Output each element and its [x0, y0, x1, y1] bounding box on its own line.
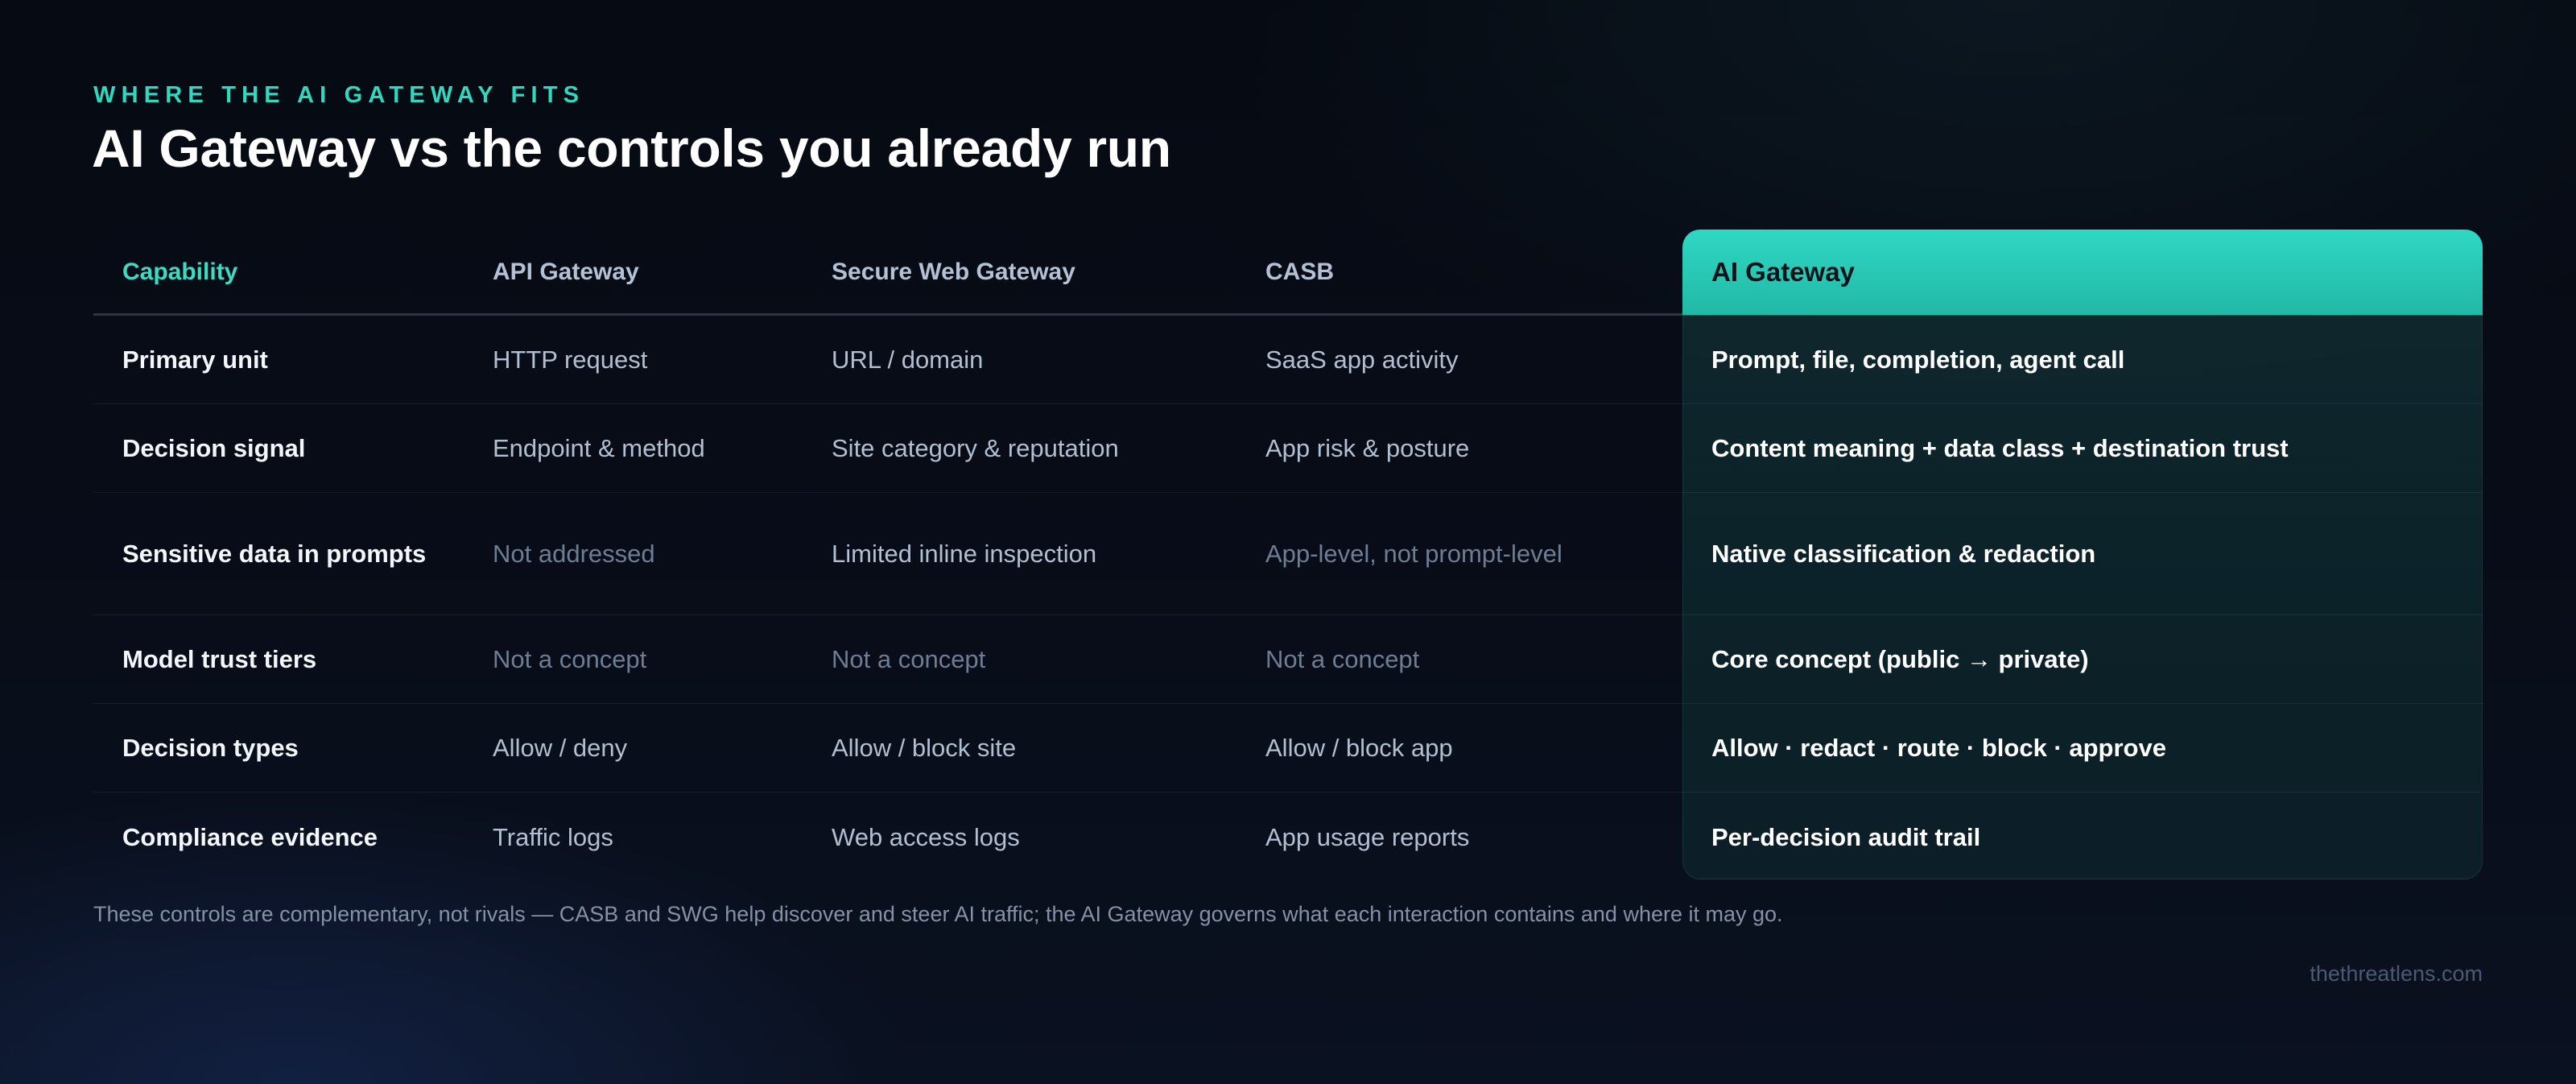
casb-cell: SaaS app activity: [1265, 345, 1459, 374]
casb-cell: App-level, not prompt-level: [1265, 540, 1563, 568]
swg-cell: Web access logs: [832, 822, 1020, 851]
brand-url: thethreatlens.com: [2310, 962, 2483, 986]
api-gateway-cell: Traffic logs: [493, 822, 613, 851]
ai-gateway-cell: Content meaning + data class + destinati…: [1711, 434, 2289, 462]
table-row: Primary unit HTTP request URL / domain S…: [93, 316, 2483, 404]
capability-cell: Primary unit: [122, 345, 268, 374]
table-row: Decision signal Endpoint & method Site c…: [93, 404, 2483, 493]
capability-cell: Decision types: [122, 734, 299, 762]
api-gateway-cell: Allow / deny: [493, 734, 628, 762]
capability-cell: Compliance evidence: [122, 822, 378, 851]
casb-cell: App usage reports: [1265, 822, 1470, 851]
table-row: Compliance evidence Traffic logs Web acc…: [93, 792, 2483, 881]
ai-gateway-cell: Allow · redact · route · block · approve: [1711, 734, 2166, 762]
slide-title: AI Gateway vs the controls you already r…: [92, 118, 1171, 178]
ai-gateway-cell: Per-decision audit trail: [1711, 822, 1981, 851]
table-row: Model trust tiers Not a concept Not a co…: [93, 615, 2483, 704]
capability-cell: Sensitive data in prompts: [122, 540, 427, 568]
casb-cell: Not a concept: [1265, 645, 1420, 673]
api-gateway-cell: Endpoint & method: [493, 434, 705, 462]
ai-gateway-cell: Prompt, file, completion, agent call: [1711, 345, 2125, 374]
header-capability: Capability: [122, 259, 238, 285]
comparison-table: Capability API Gateway Secure Web Gatewa…: [93, 229, 2483, 881]
capability-cell: Model trust tiers: [122, 645, 317, 673]
ai-gateway-cell: Native classification & redaction: [1711, 540, 2096, 568]
footnote: These controls are complementary, not ri…: [93, 902, 1783, 926]
casb-cell: App risk & posture: [1265, 434, 1470, 462]
header-ai-gateway: AI Gateway: [1682, 229, 2483, 315]
swg-cell: Limited inline inspection: [832, 540, 1097, 568]
api-gateway-cell: Not addressed: [493, 540, 655, 568]
eyebrow-label: WHERE THE AI GATEWAY FITS: [93, 82, 585, 108]
table-row: Sensitive data in prompts Not addressed …: [93, 493, 2483, 615]
header-api-gateway: API Gateway: [493, 259, 639, 285]
table-row: Decision types Allow / deny Allow / bloc…: [93, 704, 2483, 792]
header-casb: CASB: [1265, 259, 1335, 285]
swg-cell: Site category & reputation: [832, 434, 1119, 462]
capability-cell: Decision signal: [122, 434, 306, 462]
swg-cell: URL / domain: [832, 345, 984, 374]
api-gateway-cell: Not a concept: [493, 645, 647, 673]
ai-gateway-cell: Core concept (public → private): [1711, 645, 2089, 673]
header-secure-web-gateway: Secure Web Gateway: [832, 259, 1075, 285]
api-gateway-cell: HTTP request: [493, 345, 648, 374]
swg-cell: Not a concept: [832, 645, 986, 673]
table-header-row: Capability API Gateway Secure Web Gatewa…: [93, 229, 2483, 316]
swg-cell: Allow / block site: [832, 734, 1017, 762]
casb-cell: Allow / block app: [1265, 734, 1453, 762]
